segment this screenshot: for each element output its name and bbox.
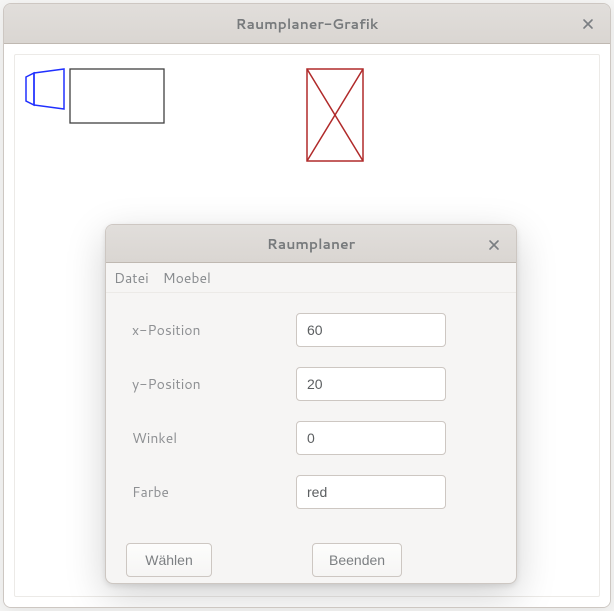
input-x[interactable] — [296, 313, 446, 347]
outer-titlebar[interactable]: Raumplaner-Grafik — [4, 4, 610, 44]
label-angle: Winkel — [126, 428, 296, 448]
menu-furniture[interactable]: Moebel — [163, 268, 211, 288]
input-y[interactable] — [296, 367, 446, 401]
outer-window-title: Raumplaner-Grafik — [4, 14, 610, 34]
label-y: y-Position — [126, 374, 296, 394]
shape-rect[interactable] — [70, 69, 164, 123]
modal-window-title: Raumplaner — [106, 234, 516, 254]
label-x: x-Position — [126, 320, 296, 340]
close-icon[interactable] — [576, 12, 600, 36]
modal-window: Raumplaner Datei Moebel x-Position y-Pos… — [105, 224, 517, 584]
close-icon[interactable] — [482, 233, 506, 257]
input-color[interactable] — [296, 475, 446, 509]
button-row: Wählen Beenden — [106, 529, 516, 584]
shape-trapezoid[interactable] — [26, 69, 64, 109]
outer-window: Raumplaner-Grafik — [3, 3, 611, 608]
input-angle[interactable] — [296, 421, 446, 455]
row-color: Farbe — [126, 465, 496, 519]
form: x-Position y-Position Winkel Farbe — [106, 293, 516, 529]
modal-titlebar[interactable]: Raumplaner — [106, 225, 516, 263]
shape-rect-x[interactable] — [307, 69, 363, 161]
row-y: y-Position — [126, 357, 496, 411]
select-button[interactable]: Wählen — [126, 543, 212, 577]
menubar: Datei Moebel — [106, 263, 516, 293]
row-angle: Winkel — [126, 411, 496, 465]
quit-button[interactable]: Beenden — [312, 543, 402, 577]
row-x: x-Position — [126, 303, 496, 357]
label-color: Farbe — [126, 482, 296, 502]
menu-file[interactable]: Datei — [114, 268, 149, 288]
